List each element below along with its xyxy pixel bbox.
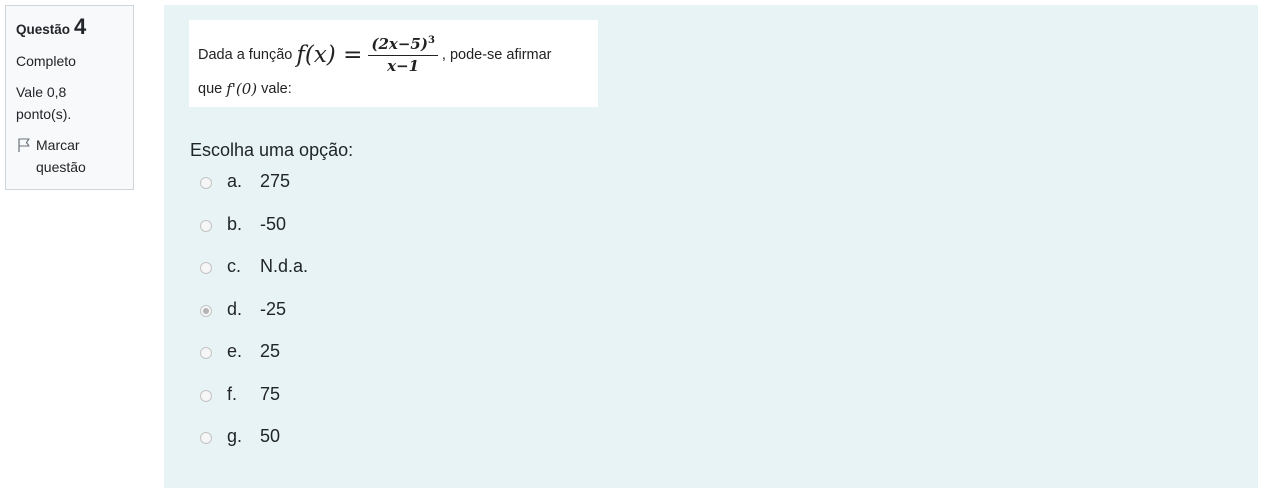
fraction-exponent: 3 <box>427 35 435 46</box>
option-letter: e. <box>227 341 243 361</box>
option-value: 75 <box>260 383 281 404</box>
question-label: Questão <box>16 22 71 37</box>
answer-option-b[interactable]: b. -50 <box>200 214 308 257</box>
option-letter: g. <box>227 426 243 446</box>
option-value: -50 <box>260 213 287 234</box>
question-content: Dada a função f(x) = (2x−5)3 x−1 , pode-… <box>164 5 1258 488</box>
radio-button[interactable] <box>200 262 212 274</box>
option-letter: f. <box>227 383 238 404</box>
quiz-page: Questão 4 Completo Vale 0,8 ponto(s). Ma… <box>0 0 1266 493</box>
option-value: N.d.a. <box>260 256 309 276</box>
question-text-after: , pode-se afirmar <box>441 47 552 63</box>
option-letter: c. <box>227 256 242 276</box>
flag-question-link[interactable]: Marcar questão <box>16 134 116 178</box>
answer-options: a. 275 b. -50 c. N.d.a. d. -25 e. 25 f. … <box>200 171 308 469</box>
radio-button[interactable] <box>200 177 212 189</box>
flag-question-label: Marcar questão <box>36 137 86 175</box>
flag-icon <box>18 138 30 152</box>
question-info-panel: Questão 4 Completo Vale 0,8 ponto(s). Ma… <box>5 5 134 190</box>
answer-option-f[interactable]: f. 75 <box>200 384 308 427</box>
fraction-denominator: x−1 <box>387 57 420 75</box>
question-grade: Vale 0,8 ponto(s). <box>16 84 72 122</box>
question-line2-after: vale: <box>261 81 292 97</box>
option-value: 50 <box>260 426 281 446</box>
option-letter: a. <box>227 171 243 191</box>
option-letter: b. <box>227 213 243 234</box>
answer-prompt: Escolha uma opção: <box>190 140 354 160</box>
derivative-expression: f'(0) <box>226 80 258 98</box>
question-state: Completo <box>16 53 76 69</box>
radio-button[interactable] <box>200 219 212 232</box>
answer-option-c[interactable]: c. N.d.a. <box>200 256 308 299</box>
question-line2-before: que <box>198 81 223 97</box>
answer-option-g[interactable]: g. 50 <box>200 426 308 469</box>
answer-option-e[interactable]: e. 25 <box>200 341 308 384</box>
question-number: Questão 4 <box>16 16 123 41</box>
option-value: 25 <box>260 341 281 361</box>
radio-button[interactable] <box>200 389 212 402</box>
question-number-value: 4 <box>74 14 87 39</box>
option-letter: d. <box>227 298 243 319</box>
option-value: -25 <box>260 298 287 319</box>
question-text: Dada a função f(x) = (2x−5)3 x−1 , pode-… <box>189 20 598 107</box>
radio-button[interactable] <box>200 432 212 444</box>
function-fraction: (2x−5)3 x−1 <box>368 35 438 75</box>
question-text-before: Dada a função <box>198 47 293 63</box>
answer-option-a[interactable]: a. 275 <box>200 171 308 214</box>
fraction-numerator: (2x−5) <box>371 35 428 53</box>
option-value: 275 <box>260 171 291 191</box>
radio-button-checked[interactable] <box>200 304 212 317</box>
radio-button[interactable] <box>200 347 212 359</box>
answer-option-d[interactable]: d. -25 <box>200 299 308 342</box>
function-lhs: f(x) = <box>296 42 363 68</box>
